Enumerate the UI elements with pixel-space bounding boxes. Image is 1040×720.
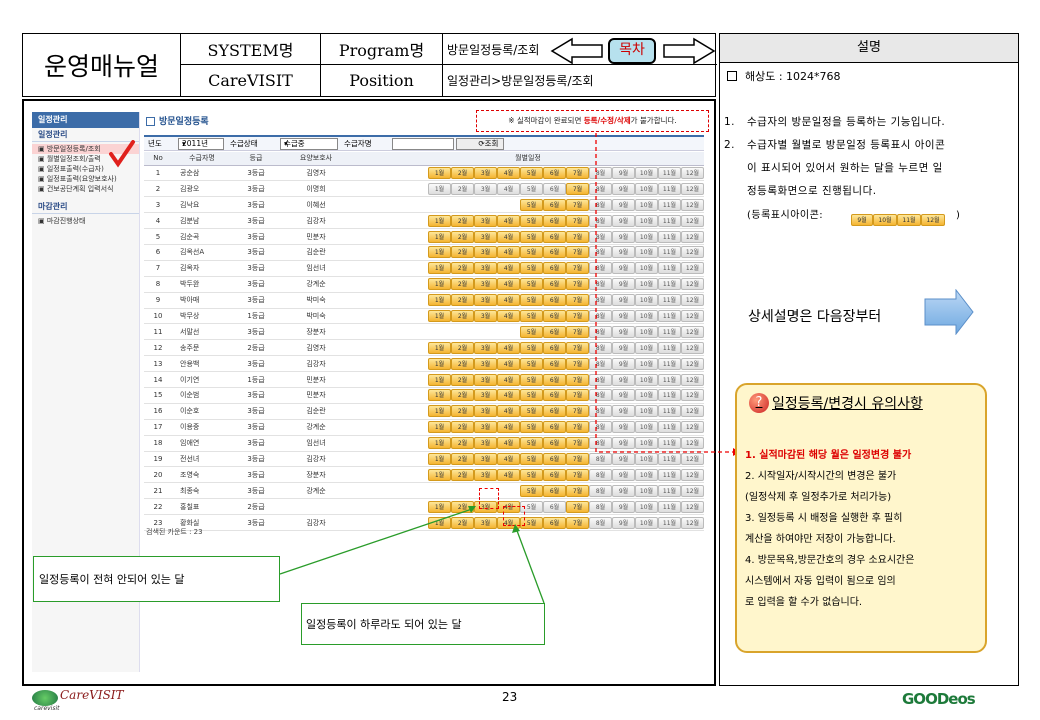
caution-item: 시스템에서 자동 입력이 됨으로 임의 bbox=[745, 576, 896, 587]
caution-item: 1. 실적마감된 해당 월은 일정변경 불가 bbox=[745, 450, 912, 461]
carevisit-logo: CareVISIT carevisit bbox=[32, 688, 142, 716]
caution-item: 2. 시작일자/시작시간의 변경은 불가 bbox=[745, 471, 897, 482]
caution-item: 계산을 하여야만 저장이 가능합니다. bbox=[745, 534, 896, 545]
caution-item: 3. 일정등록 시 배정을 실행한 후 필히 bbox=[745, 513, 903, 524]
caution-note: ? 일정등록/변경시 유의사항 1. 실적마감된 해당 월은 일정변경 불가 2.… bbox=[735, 383, 987, 653]
logo-left-text: CareVISIT bbox=[60, 688, 124, 702]
page-number: 23 bbox=[502, 690, 518, 704]
callout-registered: 일정등록이 하루라도 되어 있는 달 bbox=[301, 603, 545, 645]
caution-title-text: 일정등록/변경시 유의사항 bbox=[772, 396, 923, 412]
alert-icon: ? bbox=[749, 393, 769, 413]
caution-item: 4. 방문목욕,방문간호의 경우 소요시간은 bbox=[745, 555, 915, 566]
caution-list: 1. 실적마감된 해당 월은 일정변경 불가 2. 시작일자/시작시간의 변경은… bbox=[745, 445, 914, 613]
goodeos-logo: GOODeos bbox=[902, 690, 976, 708]
logo-left-sub: carevisit bbox=[34, 705, 60, 712]
caution-item: (일정삭제 후 일정추가로 처리가능) bbox=[745, 492, 892, 503]
logo-mark-icon bbox=[32, 690, 58, 706]
caution-title: ? 일정등록/변경시 유의사항 bbox=[749, 393, 923, 413]
callout-unregistered: 일정등록이 전혀 안되어 있는 달 bbox=[33, 556, 280, 602]
caution-item: 로 입력을 할 수가 없습니다. bbox=[745, 597, 863, 608]
